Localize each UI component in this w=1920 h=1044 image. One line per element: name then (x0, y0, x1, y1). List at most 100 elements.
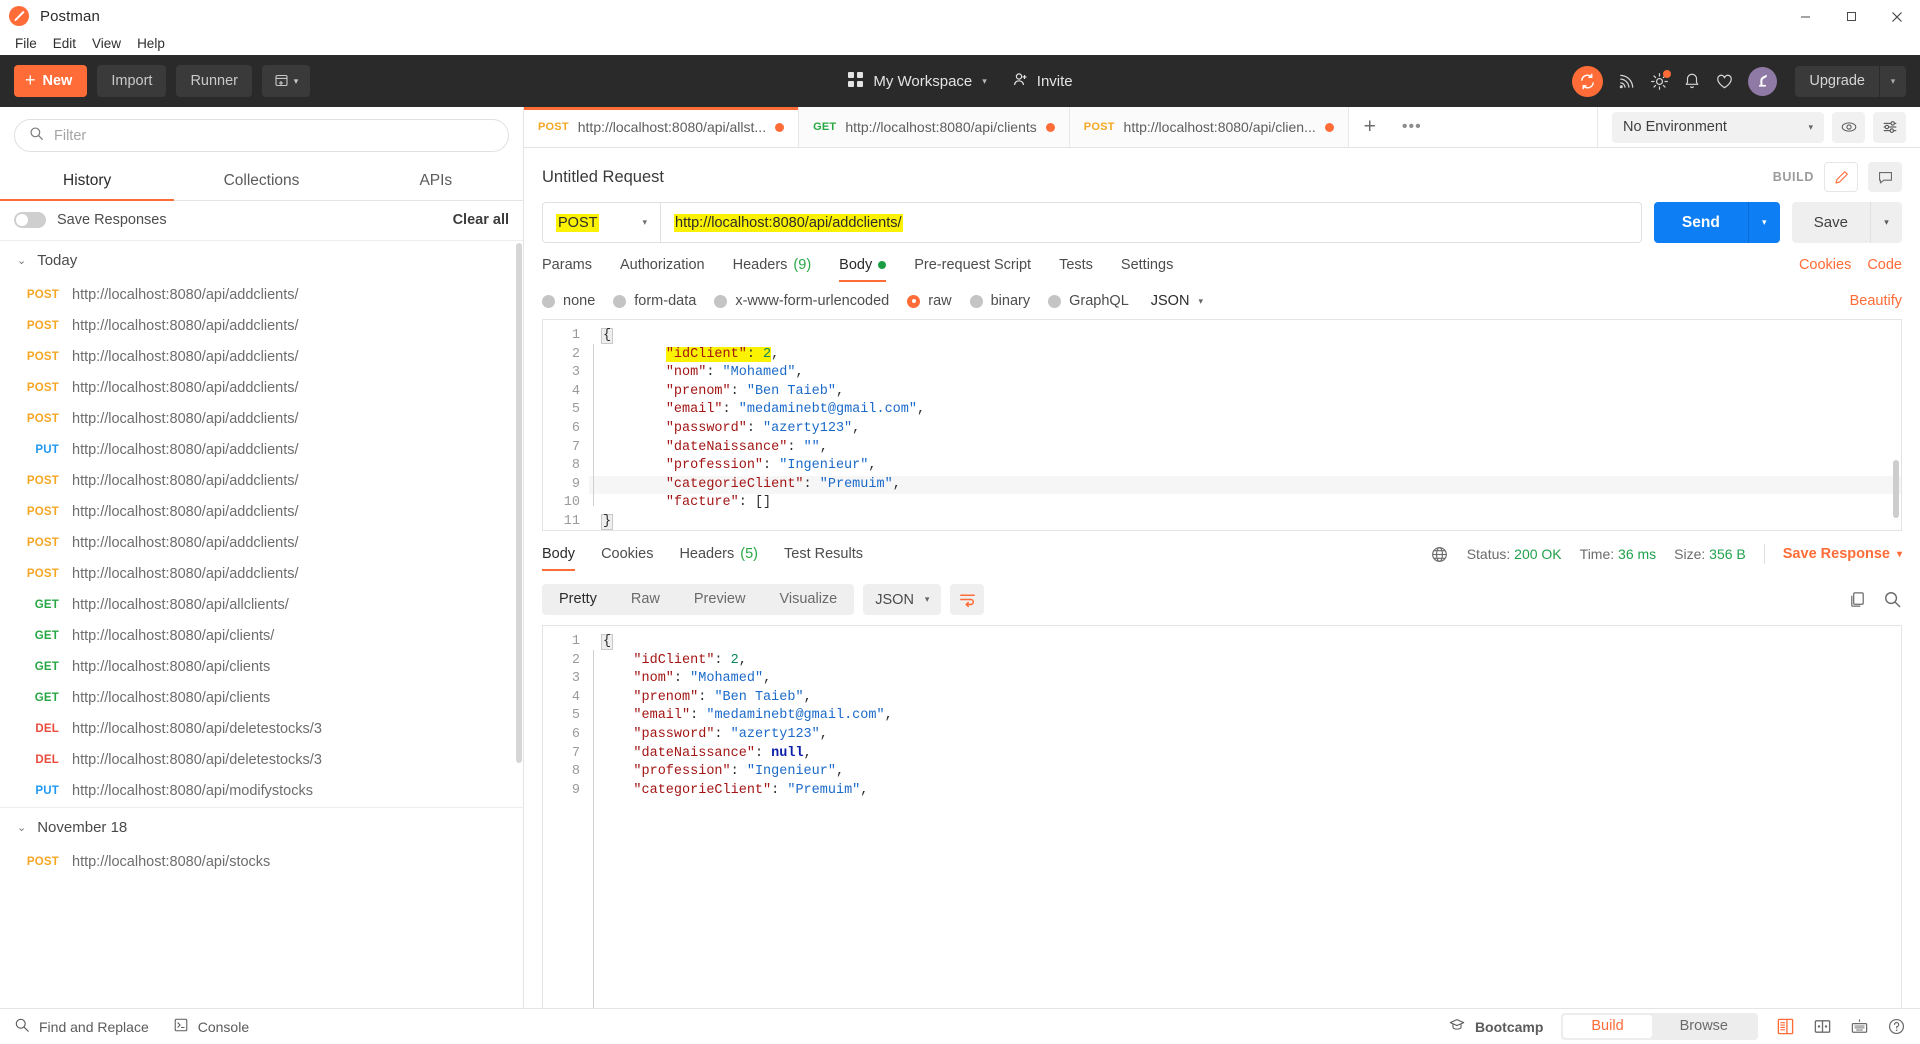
menu-help[interactable]: Help (129, 34, 173, 54)
code-link[interactable]: Code (1867, 257, 1902, 273)
invite-button[interactable]: Invite (1013, 72, 1073, 91)
list-item[interactable]: GET http://localhost:8080/api/clients (0, 652, 523, 683)
list-item[interactable]: GET http://localhost:8080/api/clients (0, 683, 523, 714)
sliders-icon[interactable] (1873, 111, 1906, 143)
list-item[interactable]: POST http://localhost:8080/api/addclients… (0, 528, 523, 559)
save-responses-toggle[interactable] (14, 212, 46, 228)
minimize-button[interactable] (1782, 0, 1828, 33)
tab-headers[interactable]: Headers (9) (733, 257, 812, 282)
tab-pre-request-script[interactable]: Pre-request Script (914, 257, 1031, 282)
list-item[interactable]: POST http://localhost:8080/api/stocks (0, 847, 523, 878)
import-button[interactable]: Import (97, 65, 167, 97)
search-input[interactable]: Filter (14, 119, 509, 152)
body-type-binary[interactable]: binary (969, 293, 1030, 309)
list-item[interactable]: POST http://localhost:8080/api/addclients… (0, 497, 523, 528)
list-item[interactable]: GET http://localhost:8080/api/clients/ (0, 621, 523, 652)
body-type-form-data[interactable]: form-data (613, 293, 696, 309)
list-item[interactable]: PUT http://localhost:8080/api/modifystock… (0, 776, 523, 807)
help-icon[interactable] (1887, 1017, 1906, 1036)
request-body-editor[interactable]: 1 2 3 4 5 6 7 8 9 10 11 { "idClient": 2, "nom": "M… (542, 319, 1902, 531)
body-type-none[interactable]: none (542, 293, 595, 309)
upgrade-caret-icon[interactable]: ▾ (1879, 65, 1906, 97)
split-layout-icon[interactable] (1813, 1017, 1832, 1036)
send-options-caret-icon[interactable]: ▾ (1747, 202, 1780, 243)
sidebar-tab-apis[interactable]: APIs (349, 163, 523, 200)
url-input[interactable]: http://localhost:8080/api/addclients/ (661, 203, 1641, 242)
list-item[interactable]: GET http://localhost:8080/api/allclients/ (0, 590, 523, 621)
cookies-link[interactable]: Cookies (1799, 257, 1851, 273)
request-tab-2[interactable]: GET http://localhost:8080/api/clients (799, 107, 1070, 147)
copy-icon[interactable] (1848, 590, 1867, 609)
list-item[interactable]: POST http://localhost:8080/api/addclients… (0, 342, 523, 373)
bootcamp-button[interactable]: Bootcamp (1448, 1016, 1543, 1037)
clear-all-button[interactable]: Clear all (453, 212, 509, 228)
tab-tests[interactable]: Tests (1059, 257, 1093, 282)
tab-authorization[interactable]: Authorization (620, 257, 705, 282)
keyboard-icon[interactable] (1850, 1017, 1869, 1036)
view-mode-pretty[interactable]: Pretty (542, 584, 614, 615)
word-wrap-icon[interactable] (950, 584, 985, 615)
runner-button[interactable]: Runner (176, 65, 252, 97)
history-group-header[interactable]: ⌄ Today (0, 241, 523, 280)
history-list[interactable]: ⌄ Today POST http://localhost:8080/api/addc… (0, 241, 523, 1008)
response-tab-body[interactable]: Body (542, 546, 576, 571)
search-icon[interactable] (1883, 590, 1902, 609)
save-button[interactable]: Save (1791, 202, 1870, 243)
tab-settings[interactable]: Settings (1121, 257, 1173, 282)
two-pane-layout-icon[interactable] (1776, 1017, 1795, 1036)
list-item[interactable]: POST http://localhost:8080/api/addclients… (0, 373, 523, 404)
new-button[interactable]: + New (14, 65, 88, 97)
body-type-urlencoded[interactable]: x-www-form-urlencoded (714, 293, 889, 309)
close-button[interactable] (1874, 0, 1920, 33)
mode-browse[interactable]: Browse (1652, 1015, 1756, 1038)
workspace-selector[interactable]: My Workspace ▾ (847, 71, 987, 92)
list-item[interactable]: DEL http://localhost:8080/api/deletestock… (0, 714, 523, 745)
list-item[interactable]: POST http://localhost:8080/api/addclients… (0, 559, 523, 590)
sidebar-tab-history[interactable]: History (0, 163, 175, 201)
view-mode-visualize[interactable]: Visualize (762, 584, 854, 615)
request-format-selector[interactable]: JSON ▾ (1151, 293, 1203, 309)
pencil-icon[interactable] (1824, 162, 1858, 192)
request-editor-code[interactable]: { "idClient": 2, "nom": "Mohamed", "pren… (589, 320, 1901, 530)
mode-build[interactable]: Build (1563, 1015, 1652, 1038)
response-body-viewer[interactable]: 1 2 3 4 5 6 7 8 9 { "idClient": 2, "nom": "Moham… (542, 625, 1902, 1008)
body-type-raw[interactable]: raw (907, 293, 952, 309)
sidebar-tab-collections[interactable]: Collections (174, 163, 348, 200)
save-response-button[interactable]: Save Response ▾ (1783, 546, 1902, 562)
comment-icon[interactable] (1868, 162, 1902, 192)
tab-body[interactable]: Body (839, 257, 887, 282)
save-options-caret-icon[interactable]: ▾ (1870, 202, 1902, 243)
menu-edit[interactable]: Edit (45, 34, 84, 54)
sidebar-scrollbar[interactable] (516, 243, 522, 763)
request-editor-scrollbar[interactable] (1893, 460, 1899, 518)
add-tab-button[interactable]: + (1349, 107, 1391, 147)
request-tab-1[interactable]: POST http://localhost:8080/api/allst... (524, 107, 800, 147)
console-button[interactable]: Console (173, 1017, 249, 1036)
response-tab-headers[interactable]: Headers (5) (679, 546, 758, 571)
menu-view[interactable]: View (84, 34, 129, 54)
tab-params[interactable]: Params (542, 257, 592, 282)
list-item[interactable]: POST http://localhost:8080/api/addclients… (0, 311, 523, 342)
response-tab-test-results[interactable]: Test Results (784, 546, 863, 571)
heart-icon[interactable] (1715, 72, 1734, 91)
history-group-header[interactable]: ⌄ November 18 (0, 807, 523, 847)
upgrade-button[interactable]: Upgrade (1795, 65, 1879, 97)
bell-icon[interactable] (1683, 72, 1701, 90)
eye-icon[interactable] (1832, 111, 1865, 143)
view-mode-raw[interactable]: Raw (614, 584, 677, 615)
maximize-button[interactable] (1828, 0, 1874, 33)
list-item[interactable]: POST http://localhost:8080/api/addclients… (0, 280, 523, 311)
gear-icon[interactable] (1650, 69, 1672, 91)
antenna-icon[interactable] (1617, 72, 1636, 91)
response-format-selector[interactable]: JSON ▾ (863, 584, 942, 615)
request-tab-3[interactable]: POST http://localhost:8080/api/clien... (1069, 107, 1349, 147)
list-item[interactable]: DEL http://localhost:8080/api/deletestock… (0, 745, 523, 776)
menu-file[interactable]: File (7, 34, 45, 54)
view-mode-preview[interactable]: Preview (677, 584, 763, 615)
more-tabs-button[interactable]: ••• (1391, 107, 1433, 147)
find-and-replace-button[interactable]: Find and Replace (14, 1017, 149, 1036)
sync-icon[interactable] (1572, 65, 1604, 97)
method-selector[interactable]: POST ▾ (543, 203, 661, 242)
response-tab-cookies[interactable]: Cookies (601, 546, 653, 571)
new-window-icon[interactable]: ▾ (262, 65, 310, 97)
